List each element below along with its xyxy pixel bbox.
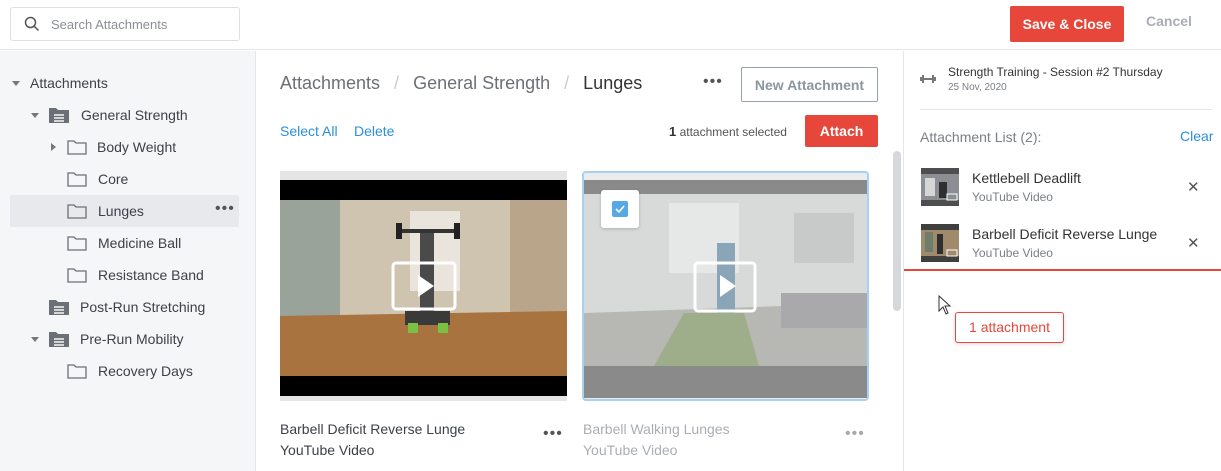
mouse-cursor-icon	[938, 295, 952, 315]
attachment-subtitle: YouTube Video	[972, 246, 1053, 260]
folder-icon	[67, 236, 87, 251]
tree-item-resistance-band[interactable]: Resistance Band	[10, 259, 239, 291]
checkmark-icon	[612, 201, 628, 217]
folder-group-icon	[49, 108, 69, 123]
breadcrumb-current: Lunges	[583, 73, 643, 93]
attachment-card[interactable]: Barbell Deficit Reverse Lunge YouTube Vi…	[280, 171, 567, 458]
breadcrumb-separator: /	[394, 73, 400, 93]
selection-checkbox[interactable]	[601, 190, 639, 228]
tree-item-label: Post-Run Stretching	[80, 299, 206, 315]
folder-icon	[67, 364, 87, 379]
search-input[interactable]	[51, 14, 231, 34]
tree-item-label: General Strength	[81, 107, 188, 123]
folder-icon	[67, 140, 87, 155]
tree-item-recovery-days[interactable]: Recovery Days	[10, 355, 239, 387]
tree-item-label: Lunges	[98, 203, 144, 219]
attachment-list-item[interactable]: Kettlebell Deadlift YouTube Video ✕	[904, 168, 1221, 224]
folder-group-icon	[49, 300, 69, 315]
folder-icon	[67, 204, 87, 219]
tree-item-label: Medicine Ball	[98, 235, 182, 251]
video-thumbnail[interactable]	[582, 171, 869, 401]
remove-icon[interactable]: ✕	[1187, 234, 1200, 252]
cancel-button[interactable]: Cancel	[1140, 13, 1198, 33]
tree-item-general-strength[interactable]: General Strength	[10, 99, 239, 131]
attachment-card[interactable]: Barbell Walking Lunges YouTube Video •••	[582, 171, 869, 458]
new-attachment-button[interactable]: New Attachment	[741, 67, 878, 102]
tree-root-label: Attachments	[30, 75, 108, 91]
breadcrumb-separator: /	[564, 73, 570, 93]
remove-icon[interactable]: ✕	[1187, 178, 1200, 196]
search-icon	[24, 16, 40, 32]
folder-icon	[67, 172, 87, 187]
video-frame-image	[280, 171, 567, 401]
drag-badge: 1 attachment	[955, 312, 1064, 343]
attachment-name: Kettlebell Deadlift	[972, 170, 1081, 186]
dumbbell-icon	[920, 75, 936, 83]
attachment-thumbnail	[921, 168, 959, 206]
tree-item-lunges[interactable]: Lunges •••	[10, 195, 239, 227]
clear-link[interactable]: Clear	[1180, 128, 1213, 144]
tree-item-body-weight[interactable]: Body Weight	[10, 131, 239, 163]
drop-indicator	[904, 269, 1221, 271]
card-title: Barbell Walking Lunges	[583, 421, 730, 437]
search-box[interactable]	[10, 7, 240, 41]
select-all-link[interactable]: Select All	[280, 123, 338, 139]
selection-count-text: attachment selected	[679, 125, 787, 139]
caret-down-icon	[31, 113, 39, 118]
breadcrumb: Attachments / General Strength / Lunges	[280, 73, 642, 94]
tree-item-label: Pre-Run Mobility	[80, 331, 184, 347]
video-thumbnail[interactable]	[280, 171, 567, 401]
attach-button[interactable]: Attach	[805, 115, 878, 147]
save-close-button[interactable]: Save & Close	[1010, 6, 1124, 42]
tree-item-core[interactable]: Core	[10, 163, 239, 195]
attachment-list-item[interactable]: Barbell Deficit Reverse Lunge YouTube Vi…	[904, 224, 1221, 280]
card-title: Barbell Deficit Reverse Lunge	[280, 421, 466, 437]
tree-item-label: Recovery Days	[98, 363, 193, 379]
card-subtitle: YouTube Video	[280, 442, 375, 458]
tree-item-label: Core	[98, 171, 129, 187]
more-options-icon[interactable]: •••	[215, 200, 235, 218]
selection-count-number: 1	[669, 124, 677, 139]
folder-group-icon	[49, 332, 69, 347]
tree-item-label: Resistance Band	[98, 267, 204, 283]
caret-right-icon	[51, 143, 56, 151]
delete-link[interactable]: Delete	[354, 123, 394, 139]
attachment-subtitle: YouTube Video	[972, 190, 1053, 204]
caret-down-icon	[31, 337, 39, 342]
folder-icon	[67, 268, 87, 283]
attachment-panel: Strength Training - Session #2 Thursday …	[903, 51, 1221, 471]
session-date: 25 Nov, 2020	[948, 82, 1007, 93]
divider	[920, 109, 1212, 110]
scrollbar[interactable]	[893, 151, 901, 311]
top-bar: Save & Close Cancel	[0, 0, 1221, 50]
card-more-options-icon[interactable]: •••	[543, 425, 563, 443]
tree-item-medicine-ball[interactable]: Medicine Ball	[10, 227, 239, 259]
tree-item-label: Body Weight	[97, 139, 177, 155]
card-more-options-icon[interactable]: •••	[845, 425, 865, 443]
attachment-thumbnail	[921, 224, 959, 262]
selection-count: 1 attachment selected	[669, 124, 787, 139]
breadcrumb-item[interactable]: General Strength	[413, 73, 550, 94]
tree-item-post-run-stretching[interactable]: Post-Run Stretching	[10, 291, 239, 323]
card-subtitle: YouTube Video	[583, 442, 678, 458]
attachment-list-heading: Attachment List (2):	[920, 129, 1042, 145]
main-content: Attachments / General Strength / Lunges …	[257, 51, 902, 471]
tree-item-pre-run-mobility[interactable]: Pre-Run Mobility	[10, 323, 239, 355]
tree-root[interactable]: Attachments	[10, 67, 239, 99]
session-title: Strength Training - Session #2 Thursday	[948, 65, 1163, 79]
breadcrumb-item[interactable]: Attachments	[280, 73, 380, 94]
folder-more-options-icon[interactable]: •••	[703, 73, 723, 91]
caret-down-icon	[12, 81, 20, 86]
attachment-name: Barbell Deficit Reverse Lunge	[972, 226, 1158, 242]
folder-tree: Attachments General Strength Body Weight…	[0, 51, 256, 471]
